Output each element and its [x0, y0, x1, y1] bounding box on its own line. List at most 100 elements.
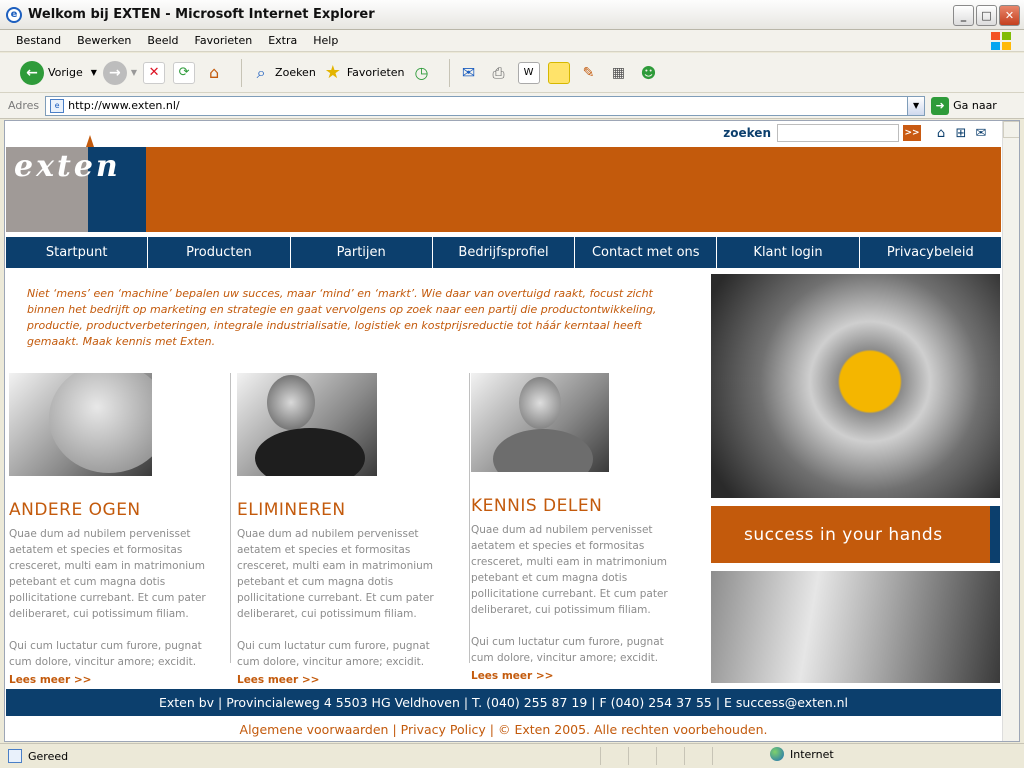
- zone-label: Internet: [790, 747, 834, 761]
- column-text: Quae dum ad nubilem pervenisset aetatem …: [471, 524, 668, 616]
- read-more-link[interactable]: Lees meer >>: [9, 674, 229, 686]
- sitemap-icon[interactable]: ⊞: [953, 126, 969, 141]
- messenger-icon[interactable]: ☻: [638, 62, 660, 84]
- browser-viewport: zoeken >> ⌂ ⊞ ✉ exten Startpunt Producte…: [4, 120, 1020, 742]
- footer-legal[interactable]: Algemene voorwaarden | Privacy Policy | …: [6, 719, 1001, 739]
- column-title: KENNIS DELEN: [471, 496, 603, 516]
- slogan-text: success in your hands: [744, 524, 943, 545]
- forward-button[interactable]: → ▼: [102, 60, 137, 85]
- chevron-down-icon[interactable]: ▼: [907, 96, 925, 115]
- website: zoeken >> ⌂ ⊞ ✉ exten Startpunt Producte…: [5, 121, 1003, 741]
- forward-arrow-icon: →: [102, 60, 127, 85]
- security-zone: Internet: [770, 747, 834, 761]
- exten-logo[interactable]: exten: [6, 135, 146, 232]
- feature-columns: ANDERE OGEN Quae dum ad nubilem pervenis…: [9, 373, 699, 686]
- media-icon[interactable]: ▦: [608, 62, 630, 84]
- mail-icon[interactable]: ✉: [458, 62, 480, 84]
- site-search-input[interactable]: [777, 124, 899, 142]
- photo-hands: [711, 571, 1000, 683]
- favorites-label: Favorieten: [346, 66, 405, 79]
- mail-icon[interactable]: ✉: [973, 126, 989, 141]
- favorites-button[interactable]: ★ Favorieten: [322, 62, 405, 84]
- globe-icon: [770, 747, 784, 761]
- refresh-icon[interactable]: ⟳: [173, 61, 196, 84]
- window-title: Welkom bij EXTEN - Microsoft Internet Ex…: [28, 7, 375, 22]
- footer-contact: Exten bv | Provincialeweg 4 5503 HG Veld…: [6, 689, 1001, 716]
- site-search-button[interactable]: >>: [903, 125, 921, 141]
- home-icon[interactable]: ⌂: [203, 62, 225, 84]
- column-kennis-delen: KENNIS DELEN Quae dum ad nubilem perveni…: [471, 373, 691, 682]
- go-arrow-icon: ➜: [931, 96, 950, 115]
- right-column: success in your hands: [711, 274, 1001, 683]
- search-label: Zoeken: [275, 66, 316, 79]
- minimize-button[interactable]: _: [953, 5, 974, 26]
- column-text: Qui cum luctatur cum furore, pugnat cum …: [237, 640, 430, 668]
- address-label: Adres: [8, 99, 40, 112]
- chevron-down-icon[interactable]: ▼: [91, 68, 97, 77]
- page-status-icon: [8, 749, 22, 763]
- nav-klant-login[interactable]: Klant login: [717, 237, 860, 268]
- site-search: zoeken >> ⌂ ⊞ ✉: [723, 124, 993, 142]
- address-bar: Adres e http://www.exten.nl/ ▼ ➜ Ga naar: [0, 93, 1024, 119]
- print-icon[interactable]: ⎙: [488, 62, 510, 84]
- back-button[interactable]: ← Vorige ▼: [20, 60, 97, 85]
- column-title: ELIMINEREN: [237, 500, 346, 520]
- windows-logo-icon: [991, 32, 1011, 50]
- nav-partijen[interactable]: Partijen: [291, 237, 433, 268]
- photo-hands-rose: [711, 274, 1000, 498]
- search-button[interactable]: ⌕ Zoeken: [250, 62, 316, 84]
- menu-bar: Bestand Bewerken Beeld Favorieten Extra …: [0, 30, 1024, 52]
- photo-woman-hands: [237, 373, 377, 476]
- menu-favorieten[interactable]: Favorieten: [195, 34, 253, 47]
- nav-contact[interactable]: Contact met ons: [575, 237, 718, 268]
- nav-bedrijfsprofiel[interactable]: Bedrijfsprofiel: [433, 237, 576, 268]
- note-icon[interactable]: [547, 61, 570, 84]
- research-icon[interactable]: ✎: [578, 62, 600, 84]
- column-andere-ogen: ANDERE OGEN Quae dum ad nubilem pervenis…: [9, 373, 229, 686]
- nav-privacybeleid[interactable]: Privacybeleid: [860, 237, 1001, 268]
- go-button[interactable]: ➜ Ga naar: [931, 96, 997, 115]
- ie-icon: e: [6, 6, 22, 23]
- scroll-up-button[interactable]: [1003, 121, 1019, 138]
- nav-startpunt[interactable]: Startpunt: [6, 237, 149, 268]
- search-icon: ⌕: [256, 62, 266, 82]
- home-icon[interactable]: ⌂: [933, 126, 949, 141]
- nav-producten[interactable]: Producten: [148, 237, 291, 268]
- menu-beeld[interactable]: Beeld: [147, 34, 178, 47]
- column-text: Quae dum ad nubilem pervenisset aetatem …: [237, 528, 434, 620]
- title-bar: e Welkom bij EXTEN - Microsoft Internet …: [0, 0, 1024, 30]
- chevron-down-icon[interactable]: ▼: [131, 68, 137, 77]
- vertical-scrollbar[interactable]: [1002, 121, 1019, 741]
- address-input[interactable]: e http://www.exten.nl/ ▼: [45, 95, 926, 116]
- intro-text: Niet ‘mens’ een ‘machine’ bepalen uw suc…: [27, 287, 657, 348]
- column-text: Qui cum luctatur cum furore, pugnat cum …: [471, 636, 664, 664]
- column-elimineren: ELIMINEREN Quae dum ad nubilem perveniss…: [237, 373, 457, 686]
- main-nav: Startpunt Producten Partijen Bedrijfspro…: [6, 237, 1001, 268]
- history-icon[interactable]: ◷: [411, 62, 433, 84]
- column-text: Quae dum ad nubilem pervenisset aetatem …: [9, 528, 206, 620]
- column-title: ANDERE OGEN: [9, 500, 141, 520]
- back-label: Vorige: [48, 66, 83, 79]
- status-bar: Gereed Internet: [0, 743, 1024, 768]
- stop-icon[interactable]: ✕: [143, 61, 166, 84]
- menu-bewerken[interactable]: Bewerken: [77, 34, 131, 47]
- site-header: exten: [6, 135, 1001, 232]
- status-text: Gereed: [28, 749, 69, 763]
- read-more-link[interactable]: Lees meer >>: [237, 674, 457, 686]
- menu-help[interactable]: Help: [313, 34, 338, 47]
- close-button[interactable]: ✕: [999, 5, 1020, 26]
- read-more-link[interactable]: Lees meer >>: [471, 670, 691, 682]
- go-label: Ga naar: [953, 99, 997, 112]
- edit-icon[interactable]: W: [517, 61, 540, 84]
- slogan-banner: success in your hands: [711, 506, 1000, 563]
- toolbar: ← Vorige ▼ → ▼ ✕ ⟳ ⌂ ⌕ Zoeken ★ Favoriet…: [0, 53, 1024, 93]
- menu-bestand[interactable]: Bestand: [16, 34, 61, 47]
- menu-extra[interactable]: Extra: [268, 34, 297, 47]
- address-url: http://www.exten.nl/: [68, 99, 180, 112]
- photo-man-gesture: [471, 373, 609, 472]
- search-label: zoeken: [723, 126, 771, 140]
- page-icon: e: [50, 98, 65, 113]
- photo-man-eye: [9, 373, 152, 476]
- maximize-button[interactable]: □: [976, 5, 997, 26]
- column-text: Qui cum luctatur cum furore, pugnat cum …: [9, 640, 202, 668]
